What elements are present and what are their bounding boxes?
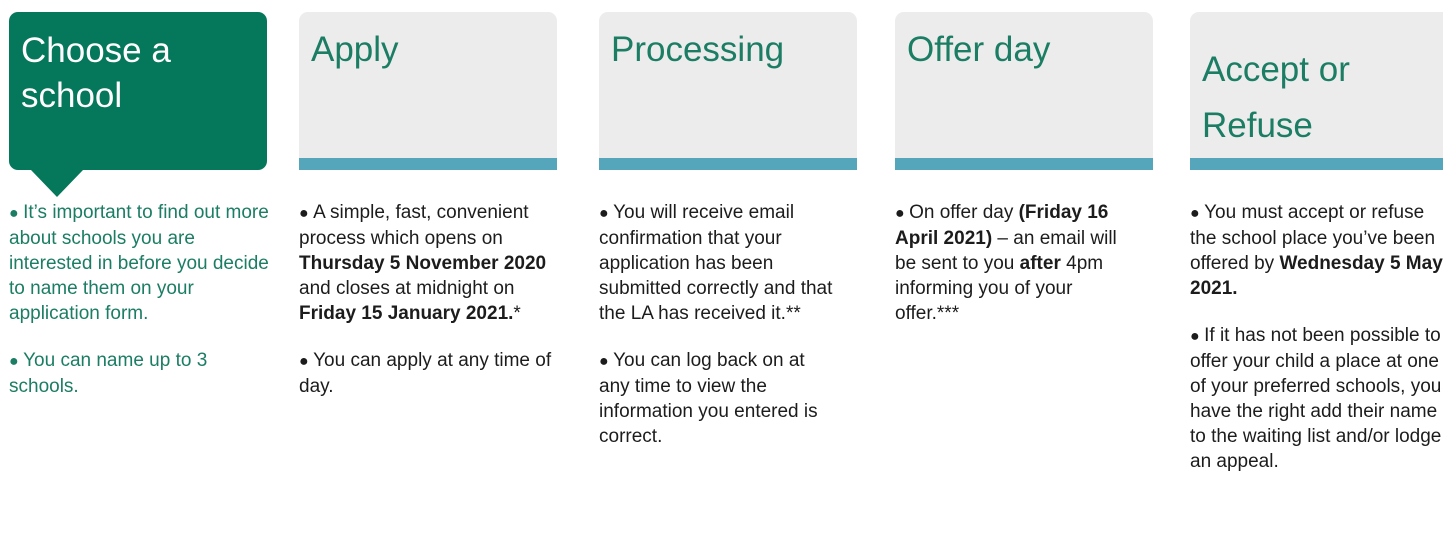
step-header-bar (299, 158, 557, 170)
step-header-bar (1190, 158, 1443, 170)
description-paragraph: ● You must accept or refuse the school p… (1190, 200, 1443, 301)
description-paragraph: ● You will receive email confirmation th… (599, 200, 839, 326)
step-description: ● You will receive email confirmation th… (599, 200, 839, 471)
bullet-icon: ● (9, 353, 24, 370)
step-description: ● It’s important to find out more about … (9, 200, 271, 421)
text-run: and closes at midnight on (299, 278, 515, 299)
step-description: ● A simple, fast, convenient process whi… (299, 200, 561, 421)
step-title-line: Apply (311, 30, 399, 69)
step-choose-a-school: Choose a school ● It’s important to find… (9, 12, 269, 397)
step-title: Choose a school (21, 28, 171, 118)
step-offer-day: Offer day ● On offer day (Friday 16 Apri… (895, 12, 1153, 324)
bold-text: Friday 15 January 2021. (299, 303, 514, 324)
text-run: * (513, 303, 521, 324)
text-run: You can apply at any time of day. (299, 350, 552, 397)
text-run: If it has not been possible to offer you… (1190, 325, 1442, 472)
bullet-icon: ● (1190, 205, 1205, 222)
bullet-icon: ● (599, 205, 614, 222)
step-header[interactable]: Accept or Refuse (1190, 12, 1443, 170)
step-accept-or-refuse: Accept or Refuse ● You must accept or re… (1190, 12, 1443, 472)
bullet-icon: ● (599, 353, 614, 370)
description-paragraph: ● You can apply at any time of day. (299, 348, 561, 399)
step-apply: Apply ● A simple, fast, convenient proce… (299, 12, 557, 397)
description-paragraph: ● A simple, fast, convenient process whi… (299, 200, 561, 326)
text-run: It’s important to find out more about sc… (9, 202, 269, 324)
bullet-icon: ● (299, 205, 314, 222)
step-processing: Processing ● You will receive email conf… (599, 12, 857, 447)
step-header[interactable]: Apply (299, 12, 557, 170)
step-header-bar (599, 158, 857, 170)
bold-text: after (1019, 253, 1061, 274)
step-title-line: Processing (611, 30, 785, 69)
text-run: On offer day (909, 202, 1019, 223)
text-run: You can name up to 3 schools. (9, 350, 208, 397)
step-title: Apply (311, 27, 399, 72)
description-paragraph: ● You can log back on at any time to vie… (599, 348, 839, 449)
bullet-icon: ● (1190, 328, 1205, 345)
bullet-icon: ● (895, 205, 910, 222)
text-run: You can log back on at any time to view … (599, 350, 818, 447)
speech-pointer (31, 170, 83, 197)
step-header-bar (895, 158, 1153, 170)
step-title-line: school (21, 76, 123, 115)
step-header-active[interactable]: Choose a school (9, 12, 267, 197)
step-title-line: Accept or (1202, 50, 1350, 89)
step-title: Offer day (907, 27, 1050, 72)
text-run: A simple, fast, convenient process which… (299, 202, 529, 249)
description-paragraph: ● On offer day (Friday 16 April 2021) – … (895, 200, 1140, 326)
step-title-line: Offer day (907, 30, 1051, 69)
bullet-icon: ● (299, 353, 314, 370)
step-header[interactable]: Offer day (895, 12, 1153, 170)
text-run: You will receive email confirmation that… (599, 202, 833, 324)
step-title-line: Choose a (21, 31, 171, 70)
bullet-icon: ● (9, 205, 24, 222)
description-paragraph: ● If it has not been possible to offer y… (1190, 323, 1443, 474)
description-paragraph: ● You can name up to 3 schools. (9, 348, 271, 399)
step-header[interactable]: Processing (599, 12, 857, 170)
step-description: ● On offer day (Friday 16 April 2021) – … (895, 200, 1140, 348)
step-title-line: Refuse (1202, 106, 1313, 145)
step-title: Accept or Refuse (1202, 42, 1350, 154)
step-title: Processing (611, 27, 784, 72)
step-description: ● You must accept or refuse the school p… (1190, 200, 1443, 496)
bold-text: Thursday 5 November 2020 (299, 253, 547, 274)
description-paragraph: ● It’s important to find out more about … (9, 200, 271, 326)
